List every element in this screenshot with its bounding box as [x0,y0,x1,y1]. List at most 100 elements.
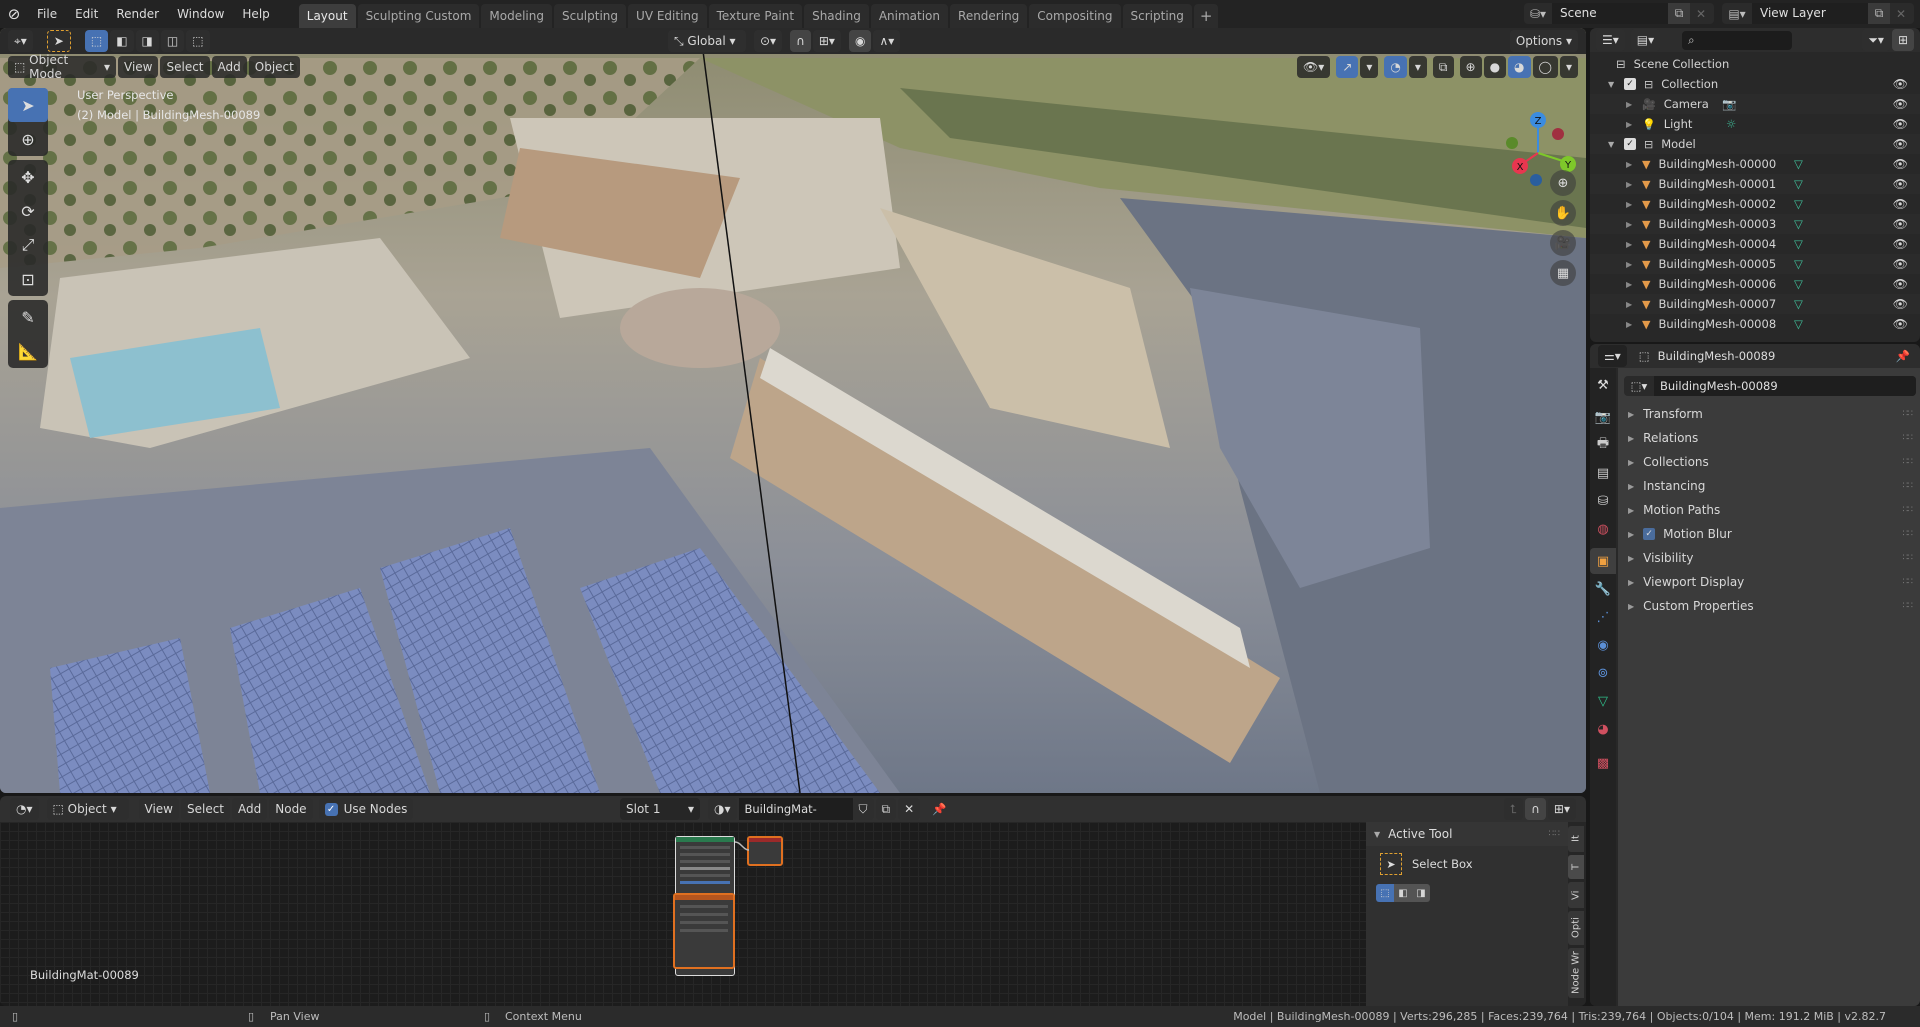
select-mode-invert-icon[interactable]: ◫ [160,30,185,52]
shader-type-dropdown[interactable]: ⬚ Object ▾ [46,798,129,820]
panel-transform[interactable]: ▶ Transform ∷∷ [1618,402,1920,426]
expand-arrow-icon[interactable]: ▶ [1626,200,1642,209]
tree-row-scene-collection[interactable]: ⊟ Scene Collection [1590,54,1920,74]
panel-motion-blur[interactable]: ▶ ✓ Motion Blur ∷∷ [1618,522,1920,546]
tab-layout[interactable]: Layout [298,4,356,28]
visibility-eye-icon[interactable]: 👁 [1893,277,1908,291]
active-tool-panel-header[interactable]: ▼ Active Tool ∷∷ [1366,822,1568,846]
viewport-menu-object[interactable]: Object [248,56,300,78]
node-menu-node[interactable]: Node [269,798,313,820]
move-tool-icon[interactable]: ✥ [8,160,48,194]
sidebar-tab-options[interactable]: Opti [1568,911,1584,945]
drag-grip-icon[interactable]: ∷∷ [1903,481,1914,491]
sidebar-tab-tool[interactable]: T [1568,855,1584,879]
material-browse-icon[interactable]: ◑▾ [708,798,737,820]
3d-viewport[interactable]: ⌖▾ ➤ ⬚ ◧ ◨ ◫ ⬚ ⤡ Global ▾ ⊙▾ ∩ ⊞▾ ◉ ∧▾ O… [0,28,1586,793]
visibility-eye-icon[interactable]: 👁 [1893,297,1908,311]
viewport-menu-view[interactable]: View [118,56,159,78]
select-mode-intersect-icon[interactable]: ⬚ [186,30,210,52]
mode-new-icon[interactable]: ⬚ [1376,884,1394,902]
perspective-toggle-icon[interactable]: ▦ [1550,260,1576,286]
unlink-material-icon[interactable]: ✕ [898,798,921,820]
delete-scene-icon[interactable]: ✕ [1690,3,1712,24]
mesh-data-icon[interactable]: ▽ [1794,317,1803,331]
tree-row[interactable]: ▶ ▼ BuildingMesh-00006 ▽ 👁 [1590,274,1920,294]
menu-file[interactable]: File [28,0,66,28]
tree-row[interactable]: ▶ ▼ BuildingMesh-00000 ▽ 👁 [1590,154,1920,174]
menu-render[interactable]: Render [107,0,168,28]
node-menu-view[interactable]: View [138,798,179,820]
overlays-dropdown[interactable]: ▾ [1408,56,1427,78]
output-tab-icon[interactable]: 🖶 [1590,432,1616,458]
image-texture-node[interactable] [673,893,735,969]
expand-arrow-icon[interactable]: ▼ [1608,80,1624,89]
expand-arrow-icon[interactable]: ▶ [1626,300,1642,309]
snap-toggle-icon[interactable]: ∩ [790,30,811,52]
tab-texture-paint[interactable]: Texture Paint [708,4,803,28]
mesh-data-icon[interactable]: ▽ [1794,297,1803,311]
slot-dropdown[interactable]: Slot 1 ▾ [620,798,700,820]
sidebar-tab-view[interactable]: Vi [1568,882,1584,908]
mesh-data-icon[interactable]: ▽ [1794,217,1803,231]
cursor-tool-icon[interactable]: ⊕ [8,122,48,156]
expand-arrow-icon[interactable]: ▶ [1626,320,1642,329]
tab-scripting[interactable]: Scripting [1122,4,1192,28]
editor-type-icon[interactable]: ⌖▾ [8,30,33,52]
drag-grip-icon[interactable]: ∷∷ [1549,829,1560,839]
tab-animation[interactable]: Animation [870,4,949,28]
blender-logo-icon[interactable]: ⊘ [0,0,28,28]
shading-material-icon[interactable]: ◕ [1508,56,1531,78]
use-nodes-checkbox[interactable]: ✓ Use Nodes [318,798,414,820]
visibility-eye-icon[interactable]: 👁 [1893,217,1908,231]
drag-grip-icon[interactable]: ∷∷ [1903,457,1914,467]
visibility-eye-icon[interactable]: 👁 [1893,77,1908,91]
select-tool-icon[interactable]: ➤ [46,30,71,52]
drag-grip-icon[interactable]: ∷∷ [1903,505,1914,515]
gizmo-neg-x[interactable] [1552,128,1564,140]
drag-grip-icon[interactable]: ∷∷ [1903,601,1914,611]
tree-row[interactable]: ▶ ▼ BuildingMesh-00008 ▽ 👁 [1590,314,1920,334]
mesh-data-icon[interactable]: ▽ [1794,237,1803,251]
node-menu-add[interactable]: Add [232,798,268,820]
panel-visibility[interactable]: ▶ Visibility ∷∷ [1618,546,1920,570]
tree-row[interactable]: ▶ ▼ BuildingMesh-00007 ▽ 👁 [1590,294,1920,314]
outliner-editor-type-icon[interactable]: ☰▾ [1596,29,1625,51]
camera-data-icon[interactable]: 📷 [1722,97,1736,111]
tab-modeling[interactable]: Modeling [481,4,552,28]
tree-row[interactable]: ▼ ✓ ⊟ Model 👁 [1590,134,1920,154]
options-dropdown[interactable]: Options ▾ [1509,30,1578,52]
expand-arrow-icon[interactable]: ▶ [1626,220,1642,229]
transform-tool-icon[interactable]: ⊡ [8,262,48,296]
fake-user-icon[interactable]: ⛉ [852,798,874,820]
mesh-data-icon[interactable]: ▽ [1794,197,1803,211]
select-box-icon[interactable]: ➤ [1380,853,1402,875]
outliner-search-input[interactable]: ⌕ [1682,30,1793,50]
properties-editor-type-icon[interactable]: ⚌▾ [1598,345,1627,367]
render-tab-icon[interactable]: 📷 [1590,404,1616,430]
drag-grip-icon[interactable]: ∷∷ [1903,409,1914,419]
overlays-toggle-icon[interactable]: ◔ [1384,56,1407,78]
particles-tab-icon[interactable]: ⋰ [1590,604,1616,630]
tree-row[interactable]: ▶ ▼ BuildingMesh-00002 ▽ 👁 [1590,194,1920,214]
visibility-eye-icon[interactable]: 👁 [1893,177,1908,191]
visibility-eye-icon[interactable]: 👁 [1893,117,1908,131]
expand-arrow-icon[interactable]: ▶ [1626,280,1642,289]
world-tab-icon[interactable]: ◍ [1590,516,1616,542]
mode-extend-icon[interactable]: ◧ [1394,884,1412,902]
exclude-checkbox[interactable]: ✓ [1624,78,1636,90]
parent-node-tree-icon[interactable]: ⮤ [1504,798,1524,820]
visibility-eye-icon[interactable]: 👁 [1893,197,1908,211]
object-data-dropdown[interactable]: ⬚▾ [1624,379,1654,393]
select-mode-subtract-icon[interactable]: ◨ [135,30,159,52]
view-layer-name-field[interactable]: View Layer [1752,3,1868,24]
new-scene-icon[interactable]: ⧉ [1668,3,1690,24]
shading-rendered-icon[interactable]: ◯ [1532,56,1558,78]
proportional-edit-icon[interactable]: ◉ [848,30,872,52]
drag-grip-icon[interactable]: ∷∷ [1903,577,1914,587]
gizmo-neg-z[interactable] [1530,174,1542,186]
duplicate-material-icon[interactable]: ⧉ [875,798,897,820]
mesh-data-icon[interactable]: ▽ [1794,257,1803,271]
select-box-tool-icon[interactable]: ➤ [8,88,48,122]
exclude-checkbox[interactable]: ✓ [1624,138,1636,150]
panel-collections[interactable]: ▶ Collections ∷∷ [1618,450,1920,474]
